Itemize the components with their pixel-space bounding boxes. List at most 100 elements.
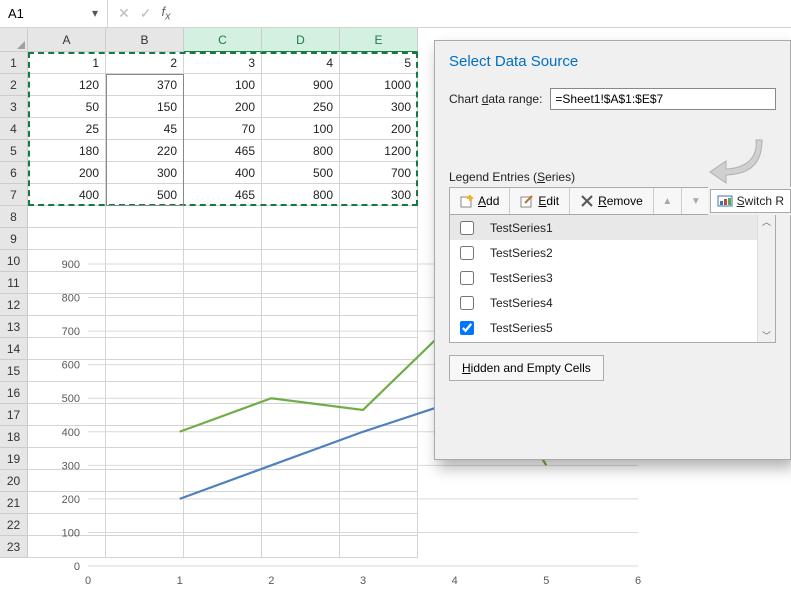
cell[interactable]: 25 (28, 118, 106, 140)
cell[interactable]: 1 (28, 52, 106, 74)
row-header[interactable]: 6 (0, 162, 28, 184)
cell[interactable]: 465 (184, 140, 262, 162)
cell[interactable]: 3 (184, 52, 262, 74)
cell[interactable]: 400 (184, 162, 262, 184)
cell[interactable]: 500 (106, 184, 184, 206)
cell[interactable]: 900 (262, 74, 340, 96)
series-item[interactable]: TestSeries2 (450, 240, 775, 265)
cell[interactable]: 70 (184, 118, 262, 140)
series-visibility-checkbox[interactable] (460, 221, 474, 235)
row-header[interactable]: 15 (0, 360, 28, 382)
row-header[interactable]: 17 (0, 404, 28, 426)
series-listbox[interactable]: TestSeries1TestSeries2TestSeries3TestSer… (449, 215, 776, 343)
move-up-button[interactable]: ▲ (654, 188, 682, 214)
hidden-empty-cells-button[interactable]: Hidden and Empty Cells (449, 355, 604, 381)
cell[interactable]: 4 (262, 52, 340, 74)
cell[interactable]: 370 (106, 74, 184, 96)
cell[interactable]: 500 (262, 162, 340, 184)
cell[interactable]: 150 (106, 96, 184, 118)
row-header[interactable]: 4 (0, 118, 28, 140)
cell[interactable]: 465 (184, 184, 262, 206)
row-header[interactable]: 22 (0, 514, 28, 536)
cell[interactable]: 250 (262, 96, 340, 118)
row-header[interactable]: 7 (0, 184, 28, 206)
svg-text:700: 700 (62, 326, 80, 338)
series-item[interactable]: TestSeries1 (450, 215, 775, 240)
row-header[interactable]: 9 (0, 228, 28, 250)
row-header[interactable]: 1 (0, 52, 28, 74)
row-header[interactable]: 19 (0, 448, 28, 470)
row-header[interactable]: 16 (0, 382, 28, 404)
row-header[interactable]: 11 (0, 272, 28, 294)
row-header[interactable]: 20 (0, 470, 28, 492)
cell[interactable]: 100 (184, 74, 262, 96)
cell[interactable]: 800 (262, 184, 340, 206)
series-scrollbar[interactable]: ︿﹀ (757, 215, 775, 342)
edit-series-button[interactable]: Edit (510, 188, 570, 214)
cell[interactable] (184, 228, 262, 250)
series-visibility-checkbox[interactable] (460, 296, 474, 310)
column-header[interactable]: A (28, 28, 106, 52)
column-header[interactable]: D (262, 28, 340, 52)
fx-icon[interactable]: fx (161, 4, 170, 23)
cell[interactable] (340, 228, 418, 250)
cell[interactable]: 5 (340, 52, 418, 74)
chart-data-range-input[interactable] (550, 88, 776, 110)
cell[interactable] (106, 206, 184, 228)
cell[interactable]: 220 (106, 140, 184, 162)
series-visibility-checkbox[interactable] (460, 321, 474, 335)
cell[interactable] (28, 206, 106, 228)
move-down-button[interactable]: ▼ (682, 188, 710, 214)
cell[interactable]: 300 (340, 96, 418, 118)
name-box[interactable] (8, 6, 78, 21)
cell[interactable] (262, 228, 340, 250)
cell[interactable]: 2 (106, 52, 184, 74)
series-visibility-checkbox[interactable] (460, 246, 474, 260)
row-header[interactable]: 12 (0, 294, 28, 316)
cell[interactable]: 200 (28, 162, 106, 184)
cell[interactable]: 700 (340, 162, 418, 184)
cell[interactable]: 1000 (340, 74, 418, 96)
column-header[interactable]: E (340, 28, 418, 52)
row-header[interactable]: 14 (0, 338, 28, 360)
series-item[interactable]: TestSeries4 (450, 290, 775, 315)
row-header[interactable]: 8 (0, 206, 28, 228)
cell[interactable]: 50 (28, 96, 106, 118)
cell[interactable]: 180 (28, 140, 106, 162)
series-item[interactable]: TestSeries3 (450, 265, 775, 290)
cell[interactable] (262, 206, 340, 228)
column-header[interactable]: B (106, 28, 184, 52)
cell[interactable]: 45 (106, 118, 184, 140)
cell[interactable] (106, 228, 184, 250)
cell[interactable] (184, 206, 262, 228)
add-series-button[interactable]: Add (450, 188, 510, 214)
select-all-corner[interactable] (0, 28, 28, 52)
row-header[interactable]: 13 (0, 316, 28, 338)
row-header[interactable]: 23 (0, 536, 28, 558)
accept-formula-icon[interactable]: ✓ (140, 5, 152, 22)
row-header[interactable]: 10 (0, 250, 28, 272)
cell[interactable]: 200 (340, 118, 418, 140)
cell[interactable]: 800 (262, 140, 340, 162)
cell[interactable]: 200 (184, 96, 262, 118)
name-box-dropdown[interactable]: ▾ (87, 6, 103, 22)
cell[interactable]: 100 (262, 118, 340, 140)
row-header[interactable]: 3 (0, 96, 28, 118)
cell[interactable]: 300 (340, 184, 418, 206)
cell[interactable]: 400 (28, 184, 106, 206)
cell[interactable]: 120 (28, 74, 106, 96)
cell[interactable] (28, 228, 106, 250)
row-header[interactable]: 2 (0, 74, 28, 96)
cell[interactable] (340, 206, 418, 228)
cancel-formula-icon[interactable]: ✕ (118, 5, 130, 22)
series-visibility-checkbox[interactable] (460, 271, 474, 285)
remove-series-button[interactable]: Remove (570, 188, 654, 214)
cell[interactable]: 1200 (340, 140, 418, 162)
row-header[interactable]: 5 (0, 140, 28, 162)
series-item[interactable]: TestSeries5 (450, 315, 775, 340)
column-header[interactable]: C (184, 28, 262, 52)
switch-row-column-button[interactable]: SSwitch Rwitch R (710, 189, 791, 213)
cell[interactable]: 300 (106, 162, 184, 184)
row-header[interactable]: 21 (0, 492, 28, 514)
row-header[interactable]: 18 (0, 426, 28, 448)
